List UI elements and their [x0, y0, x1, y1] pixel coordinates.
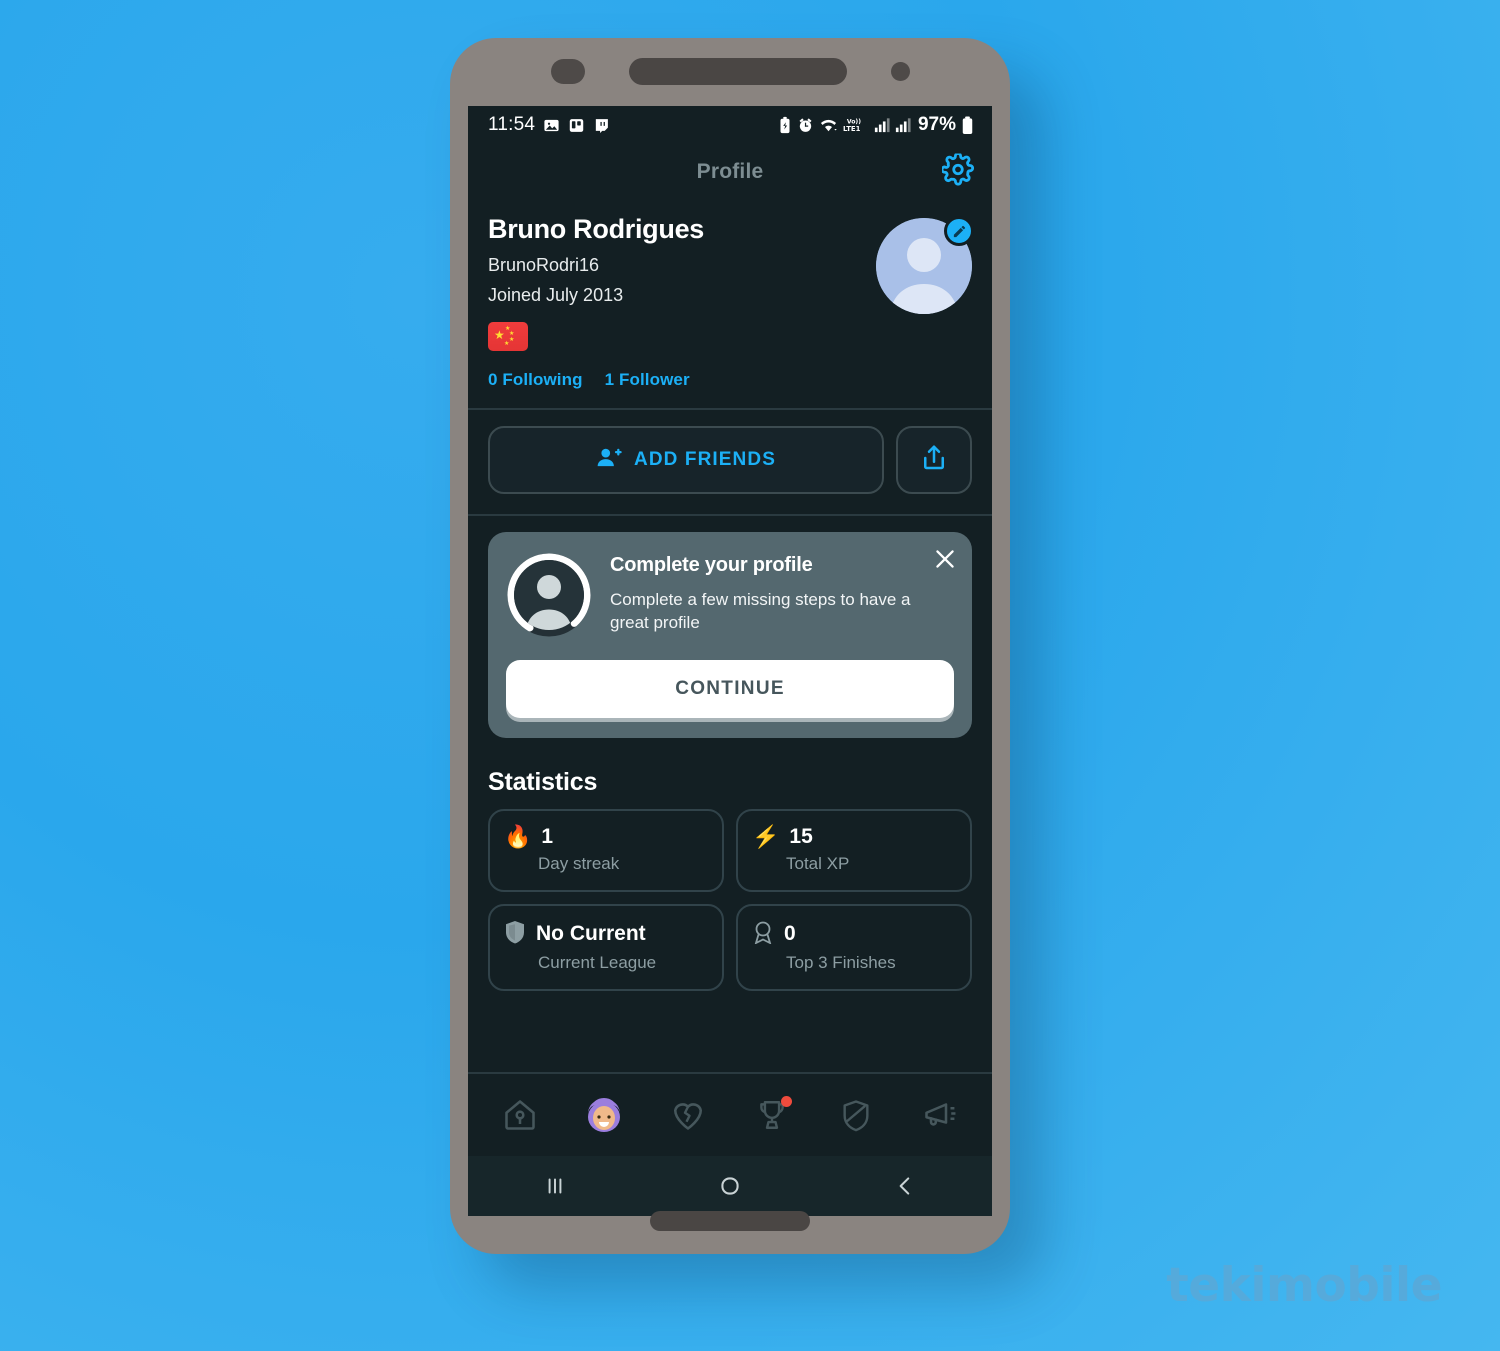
notification-badge-dot: [781, 1096, 792, 1107]
watermark: tekimobile: [1166, 1258, 1442, 1313]
share-icon: [919, 443, 949, 478]
continue-button[interactable]: CONTINUE: [506, 660, 954, 718]
status-bar: 11:54 Vo)) LTE1 97%: [468, 106, 992, 144]
stat-card-day-streak: 🔥 1 Day streak: [488, 809, 724, 892]
trello-icon: [568, 117, 585, 134]
nav-item-home[interactable]: [492, 1087, 548, 1143]
continue-label: CONTINUE: [675, 678, 785, 699]
front-camera-icon: [550, 58, 585, 84]
stat-label: Current League: [538, 953, 657, 972]
stat-label: Total XP: [786, 854, 850, 873]
status-bar-right: Vo)) LTE1 97%: [778, 114, 974, 136]
person-ring-avatar-icon: [514, 560, 584, 630]
svg-text:LTE1: LTE1: [843, 125, 861, 133]
stat-top-row: No Current: [504, 920, 708, 948]
stat-value: 1: [541, 825, 554, 848]
gear-icon[interactable]: [940, 152, 974, 191]
stat-top-row: 🔥 1: [504, 825, 708, 849]
followers-link[interactable]: 1 Follower: [605, 370, 690, 390]
follow-stats-row: 0 Following 1 Follower: [488, 370, 972, 390]
stat-card-total-xp: ⚡ 15 Total XP: [736, 809, 972, 892]
status-bar-left: 11:54: [488, 114, 610, 136]
following-link[interactable]: 0 Following: [488, 370, 583, 390]
battery-saver-icon: [778, 116, 792, 134]
signal-1-icon: [874, 117, 890, 133]
shield-icon: [504, 920, 526, 948]
stat-value: 15: [789, 825, 813, 848]
close-icon[interactable]: [932, 546, 958, 572]
lightning-emoji-icon: ⚡: [752, 824, 780, 849]
complete-profile-section: Complete your profile Complete a few mis…: [468, 516, 992, 738]
bottom-speaker-grille: [650, 1211, 810, 1231]
twitch-icon: [593, 117, 610, 134]
person-add-icon: [596, 445, 622, 476]
phone-screen: 11:54 Vo)) LTE1 97% Profile Bruno Rodrig…: [468, 106, 992, 1216]
wifi-icon: [819, 117, 838, 134]
stat-label: Day streak: [538, 854, 620, 873]
alarm-icon: [797, 117, 814, 134]
statistics-grid: 🔥 1 Day streak ⚡ 15 Total XP No Current …: [468, 809, 992, 991]
nav-item-broken-heart[interactable]: [660, 1087, 716, 1143]
bottom-navigation-bar: [468, 1072, 992, 1156]
nav-item-profile[interactable]: [576, 1087, 632, 1143]
profile-header: Bruno Rodrigues BrunoRodri16 Joined July…: [468, 200, 992, 410]
nav-item-megaphone[interactable]: [912, 1087, 968, 1143]
stat-top-row: ⚡ 15: [752, 825, 956, 849]
volte1-icon: Vo)) LTE1: [843, 116, 869, 134]
add-friends-label: ADD FRIENDS: [634, 449, 776, 470]
battery-percent-label: 97%: [917, 114, 956, 135]
battery-icon: [961, 115, 974, 135]
stat-card-top3-finishes: 0 Top 3 Finishes: [736, 904, 972, 991]
profile-scroll-area: Bruno Rodrigues BrunoRodri16 Joined July…: [468, 200, 992, 1072]
share-button[interactable]: [896, 426, 972, 494]
stat-value: No Current: [536, 922, 646, 945]
fire-emoji-icon: 🔥: [504, 824, 532, 849]
flag-star-3: ★: [509, 337, 515, 343]
earpiece-speaker: [628, 57, 847, 85]
signal-2-icon: [895, 117, 911, 133]
profile-actions-row: ADD FRIENDS: [468, 410, 992, 516]
china-flag-icon: ★ ★ ★ ★ ★: [488, 322, 528, 351]
stat-card-current-league: No Current Current League: [488, 904, 724, 991]
phone-bottom-bezel: [450, 1188, 1010, 1254]
medal-icon: [752, 920, 774, 948]
gallery-icon: [543, 117, 560, 134]
status-bar-clock: 11:54: [488, 114, 536, 135]
app-bar: Profile: [468, 144, 992, 200]
complete-profile-subtitle: Complete a few missing steps to have a g…: [610, 590, 911, 632]
page-title: Profile: [696, 160, 764, 183]
flag-star-4: ★: [504, 341, 510, 347]
stat-label: Top 3 Finishes: [786, 953, 896, 972]
pencil-icon[interactable]: [944, 216, 974, 246]
complete-profile-card: Complete your profile Complete a few mis…: [488, 532, 972, 738]
profile-completion-ring: [506, 552, 592, 638]
profile-avatar-wrap[interactable]: [876, 216, 974, 314]
phone-top-bezel: [450, 38, 1010, 104]
statistics-heading: Statistics: [488, 768, 598, 796]
stat-value: 0: [784, 922, 796, 945]
proximity-sensor-icon: [890, 61, 910, 81]
profile-avatar-icon: [581, 1092, 627, 1138]
nav-item-shield[interactable]: [828, 1087, 884, 1143]
flag-star-large: ★: [494, 328, 505, 342]
add-friends-button[interactable]: ADD FRIENDS: [488, 426, 884, 494]
complete-profile-text: Complete your profile Complete a few mis…: [610, 552, 954, 638]
stat-top-row: 0: [752, 920, 956, 948]
complete-profile-title: Complete your profile: [610, 554, 813, 576]
complete-profile-top: Complete your profile Complete a few mis…: [506, 552, 954, 638]
nav-item-leaderboard[interactable]: [744, 1087, 800, 1143]
phone-device-frame: 11:54 Vo)) LTE1 97% Profile Bruno Rodrig…: [450, 38, 1010, 1254]
